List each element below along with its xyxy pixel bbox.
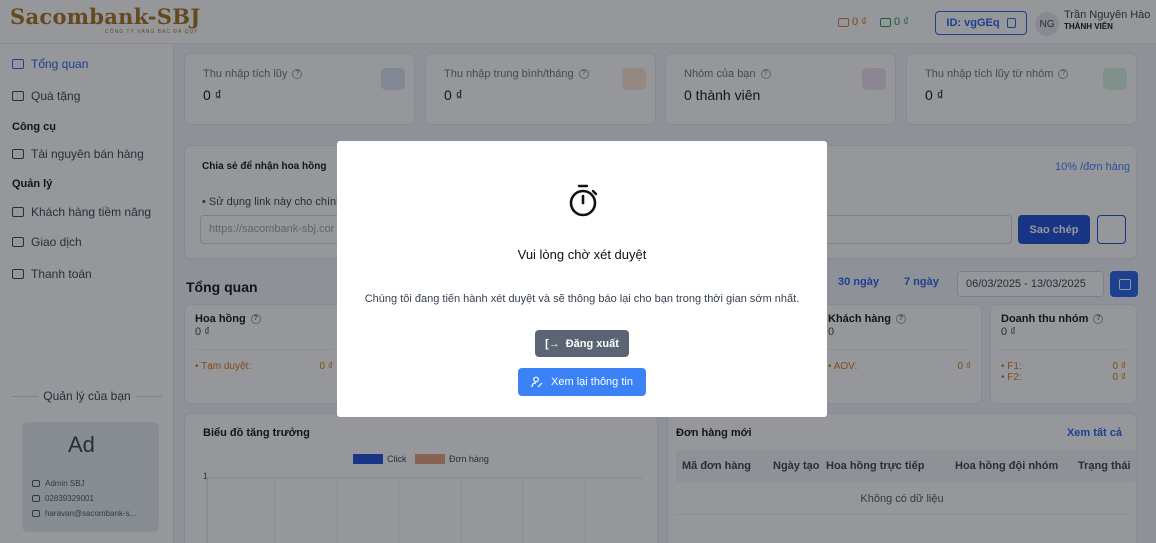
logout-button[interactable]: [→ Đăng xuất <box>535 330 629 357</box>
review-info-button[interactable]: Xem lại thông tin <box>518 368 646 396</box>
stopwatch-icon <box>569 184 598 217</box>
user-edit-icon <box>531 376 543 388</box>
review-label: Xem lại thông tin <box>551 376 633 388</box>
logout-label: Đăng xuất <box>565 337 619 350</box>
logout-icon: [→ <box>545 337 560 350</box>
modal-message: Chúng tôi đang tiến hành xét duyệt và sẽ… <box>364 293 800 305</box>
pending-approval-modal: Vui lòng chờ xét duyệt Chúng tôi đang ti… <box>337 141 827 417</box>
modal-title: Vui lòng chờ xét duyệt <box>517 247 647 262</box>
